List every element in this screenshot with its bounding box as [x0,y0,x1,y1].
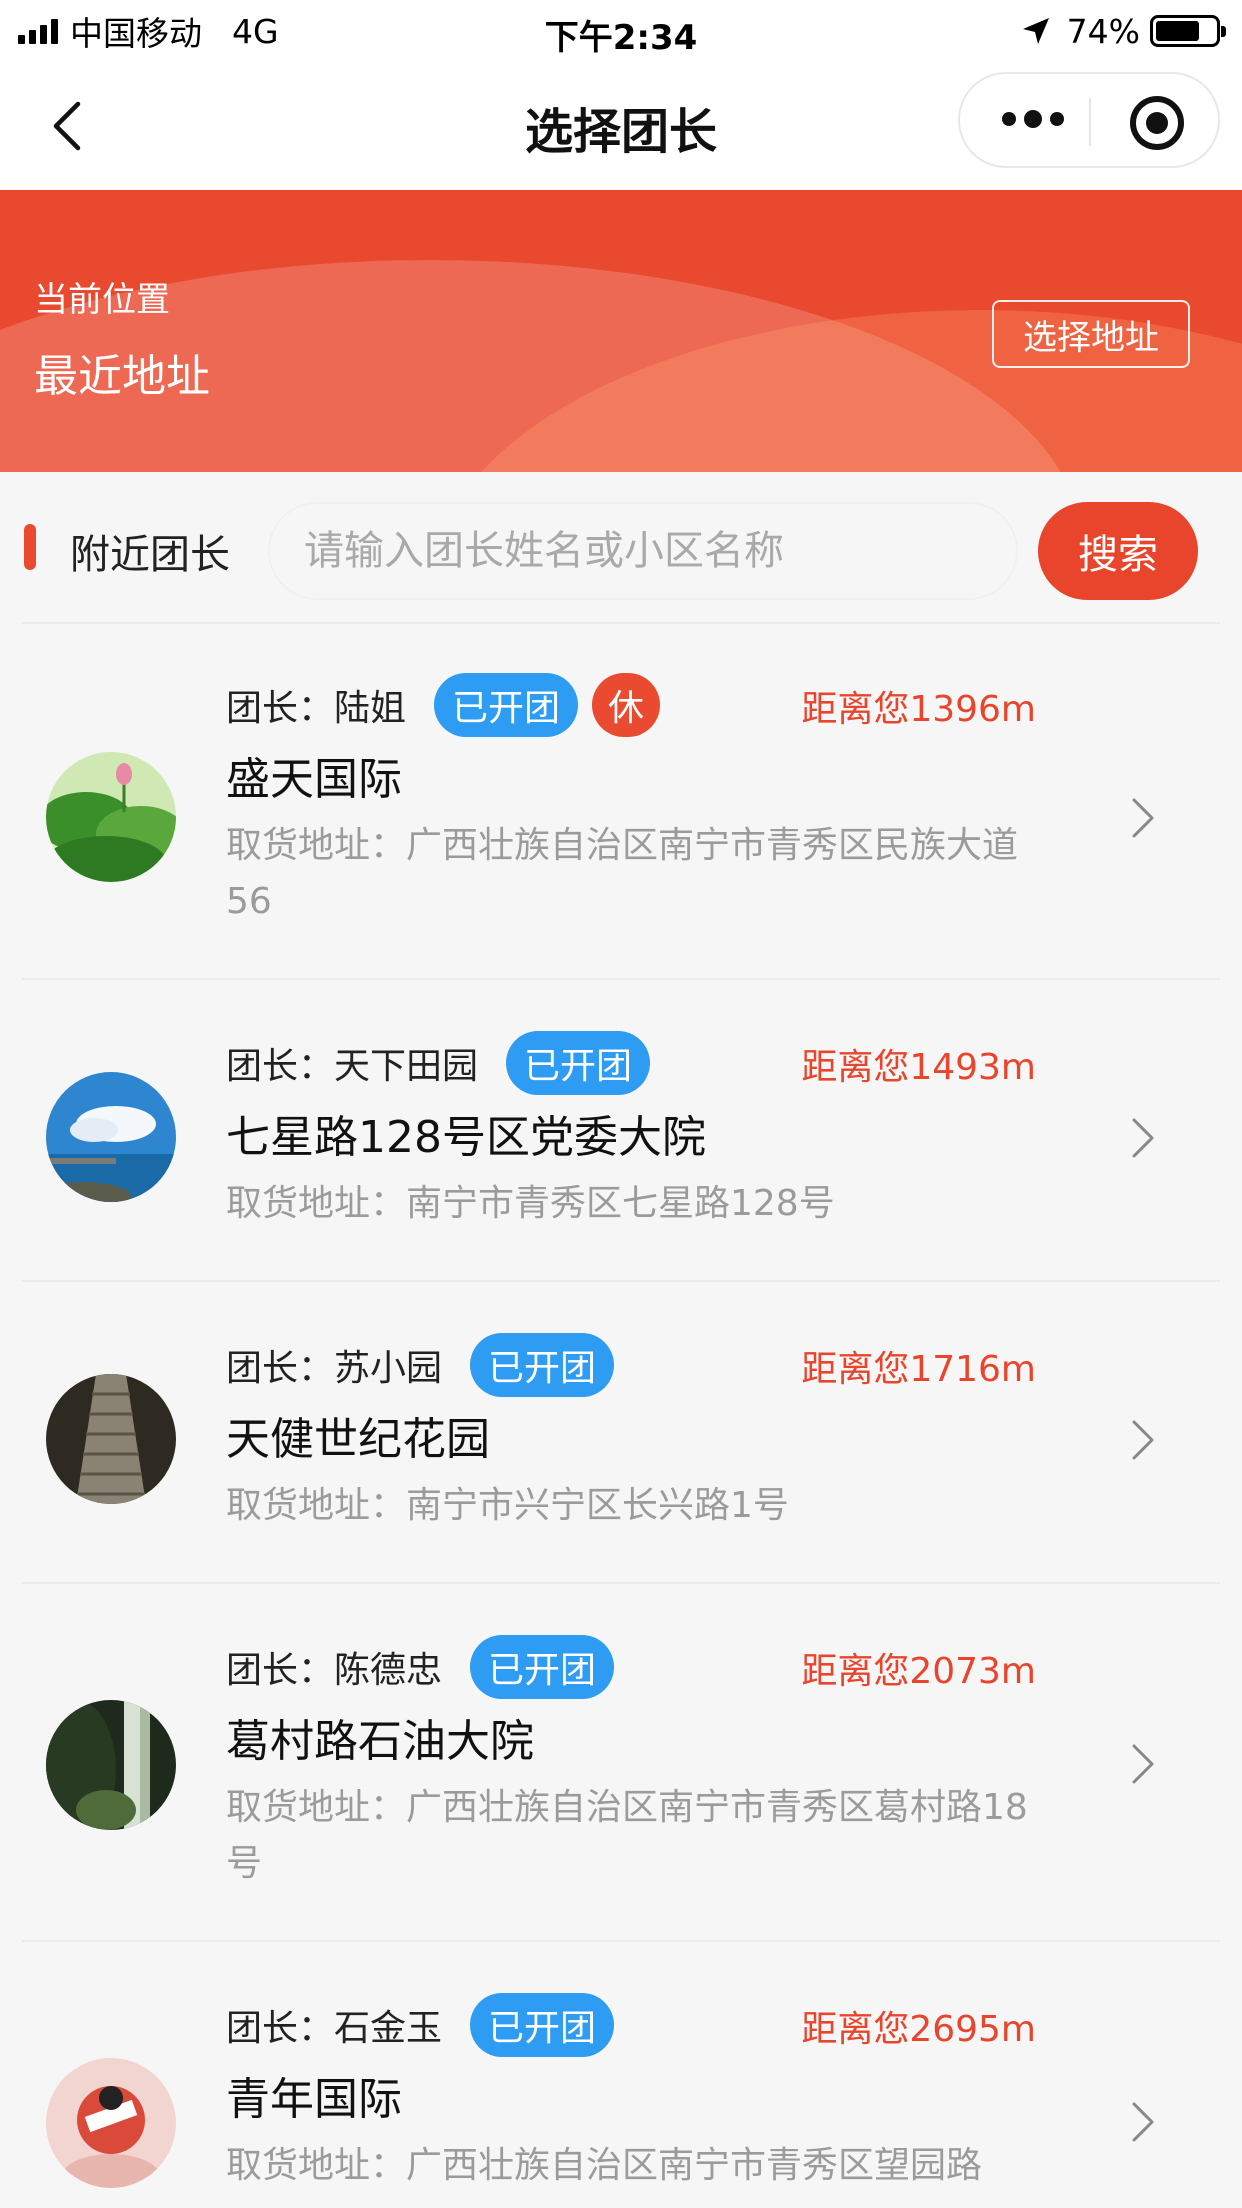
leader-row: 团长： 天下田园 已开团 距离您1493m [226,1028,1036,1098]
target-close-icon[interactable] [1130,96,1184,150]
item-content: 团长： 陆姐 已开团 休 距离您1396m 盛天国际 取货地址：广西壮族自治区南… [226,670,1036,930]
leader-label: 团长： [226,688,335,729]
search-input[interactable] [268,502,1018,600]
community-name: 七星路128号区党委大院 [226,1112,706,1163]
status-bar: 中国移动 4G 下午2:34 74% [0,0,1242,62]
choose-address-button[interactable]: 选择地址 [992,300,1190,368]
leader-row: 团长： 陈德忠 已开团 距离您2073m [226,1632,1036,1702]
chevron-right-icon [1132,1420,1154,1460]
page: 中国移动 4G 下午2:34 74% 选择团长 当前位置 最近地址 选择地址 附… [0,0,1242,2208]
pickup-address: 取货地址：南宁市青秀区七星路128号 [226,1183,835,1224]
status-badge: 已开团 [506,1031,651,1095]
location-banner: 当前位置 最近地址 选择地址 [0,190,1242,472]
leader-label: 团长： [226,2008,335,2049]
leader-name: 石金玉 [334,2008,443,2049]
chevron-right-icon [1132,2102,1154,2142]
list-divider [22,1940,1220,1942]
leader-name: 陈德忠 [334,1650,443,1691]
list-item[interactable]: 团长： 陆姐 已开团 休 距离您1396m 盛天国际 取货地址：广西壮族自治区南… [0,622,1242,978]
leader-name: 苏小园 [334,1348,443,1389]
status-badge: 已开团 [470,1635,615,1699]
leader-label: 团长： [226,1348,335,1389]
pickup-address: 取货地址：广西壮族自治区南宁市青秀区望园路 [226,2145,983,2186]
status-badge: 已开团 [434,673,579,737]
list-divider [22,1280,1220,1282]
distance-text: 距离您1716m [801,1349,1036,1390]
community-name: 天健世纪花园 [226,1414,490,1465]
section-label: 附近团长 [70,532,230,578]
leader-row: 团长： 苏小园 已开团 距离您1716m [226,1330,1036,1400]
leader-name: 天下田园 [334,1046,479,1087]
chevron-right-icon [1132,798,1154,838]
community-name: 盛天国际 [226,754,402,805]
distance-text: 距离您2695m [801,2009,1036,2050]
search-row: 附近团长 搜索 [0,472,1242,622]
item-content: 团长： 石金玉 已开团 距离您2695m 青年国际 取货地址：广西壮族自治区南宁… [226,1990,1036,2194]
pickup-address: 取货地址：广西壮族自治区南宁市青秀区葛村路18号 [226,1787,1028,1884]
list-item[interactable]: 团长： 陈德忠 已开团 距离您2073m 葛村路石油大院 取货地址：广西壮族自治… [0,1582,1242,1940]
avatar [46,2058,176,2188]
item-content: 团长： 陈德忠 已开团 距离您2073m 葛村路石油大院 取货地址：广西壮族自治… [226,1632,1036,1892]
avatar [46,1072,176,1202]
status-right: 74% [1021,10,1226,52]
community-name: 青年国际 [226,2074,402,2125]
list-item[interactable]: 团长： 天下田园 已开团 距离您1493m 七星路128号区党委大院 取货地址：… [0,978,1242,1280]
list-divider [22,978,1220,980]
leader-name: 陆姐 [334,688,407,729]
pickup-address: 取货地址：南宁市兴宁区长兴路1号 [226,1485,789,1526]
leader-label: 团长： [226,1650,335,1691]
chevron-right-icon [1132,1744,1154,1784]
pickup-address: 取货地址：广西壮族自治区南宁市青秀区民族大道56 [226,825,1019,922]
list-divider [22,622,1220,624]
battery-percent: 74% [1066,11,1140,51]
rest-badge: 休 [592,673,661,737]
status-badge: 已开团 [470,1333,615,1397]
status-badge: 已开团 [470,1993,615,2057]
search-button[interactable]: 搜索 [1038,502,1198,600]
item-content: 团长： 苏小园 已开团 距离您1716m 天健世纪花园 取货地址：南宁市兴宁区长… [226,1330,1036,1534]
leader-list: 团长： 陆姐 已开团 休 距离您1396m 盛天国际 取货地址：广西壮族自治区南… [0,622,1242,2208]
avatar [46,752,176,882]
leader-row: 团长： 石金玉 已开团 距离您2695m [226,1990,1036,2060]
section-accent-bar [24,524,36,570]
list-item[interactable]: 团长： 石金玉 已开团 距离您2695m 青年国际 取货地址：广西壮族自治区南宁… [0,1940,1242,2208]
nav-bar: 选择团长 [0,62,1242,190]
capsule-divider [1089,98,1091,146]
battery-icon [1150,15,1226,47]
current-address: 最近地址 [34,351,210,402]
leader-row: 团长： 陆姐 已开团 休 距离您1396m [226,670,1036,740]
leader-label: 团长： [226,1046,335,1087]
avatar [46,1374,176,1504]
item-content: 团长： 天下田园 已开团 距离您1493m 七星路128号区党委大院 取货地址：… [226,1028,1036,1232]
current-location-label: 当前位置 [34,280,170,320]
battery-fill [1156,21,1199,41]
more-dots-icon[interactable] [1002,110,1064,128]
avatar [46,1700,176,1830]
location-arrow-icon [1022,18,1049,44]
list-item[interactable]: 团长： 苏小园 已开团 距离您1716m 天健世纪花园 取货地址：南宁市兴宁区长… [0,1280,1242,1582]
list-divider [22,1582,1220,1584]
distance-text: 距离您1493m [801,1047,1036,1088]
distance-text: 距离您2073m [801,1651,1036,1692]
chevron-right-icon [1132,1118,1154,1158]
community-name: 葛村路石油大院 [226,1716,534,1767]
mini-program-capsule [958,72,1220,168]
distance-text: 距离您1396m [801,689,1036,730]
